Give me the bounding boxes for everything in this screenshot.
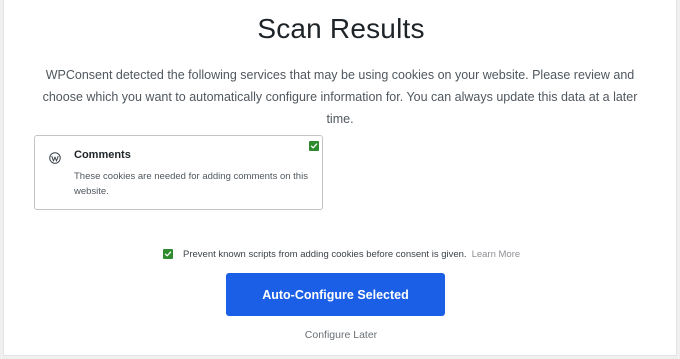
wordpress-icon: [49, 151, 61, 164]
configure-later-link[interactable]: Configure Later: [4, 329, 678, 341]
checkmark-icon: [310, 143, 318, 149]
prevent-scripts-checkbox[interactable]: [163, 249, 173, 259]
service-description: These cookies are needed for adding comm…: [74, 171, 308, 197]
service-select-checkbox[interactable]: [309, 141, 319, 151]
service-card-comments[interactable]: Comments These cookies are needed for ad…: [34, 135, 323, 210]
scan-results-panel: Scan Results WPConsent detected the foll…: [3, 0, 677, 356]
prevent-scripts-label: Prevent known scripts from adding cookie…: [183, 248, 467, 260]
service-name: Comments: [74, 149, 131, 161]
page-title: Scan Results: [257, 13, 425, 44]
auto-configure-button[interactable]: Auto-Configure Selected: [226, 273, 445, 316]
prevent-scripts-row: Prevent known scripts from adding cookie…: [163, 248, 520, 260]
learn-more-link[interactable]: Learn More: [472, 249, 521, 260]
page-description: WPConsent detected the following service…: [42, 68, 638, 126]
checkmark-icon: [164, 251, 172, 257]
